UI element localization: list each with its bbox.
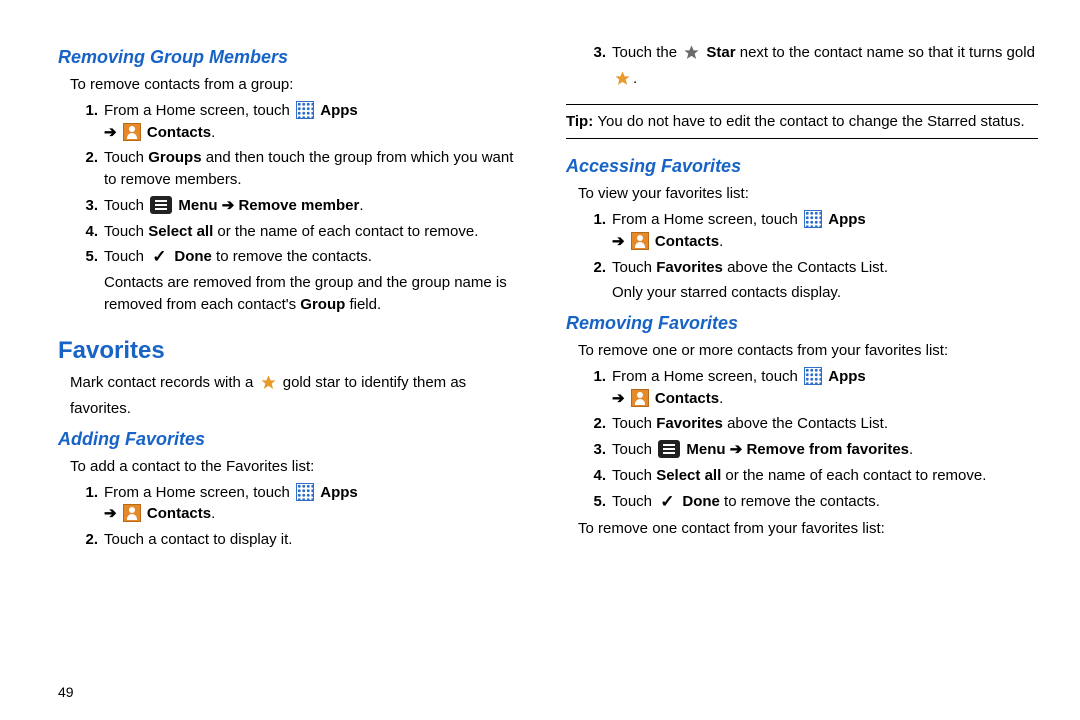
steps-removing-fav: From a Home screen, touch Apps ➔ Contact… [566,366,1038,513]
check-icon [658,492,676,510]
apps-icon [296,101,314,119]
favorites-intro: Mark contact records with a gold star to… [70,372,530,420]
steps-adding: From a Home screen, touch Apps ➔ Contact… [58,482,530,551]
right-column: Touch the Star next to the contact name … [566,38,1038,557]
menu-icon [150,196,172,214]
apps-icon [804,367,822,385]
check-icon [150,247,168,265]
contacts-icon [123,123,141,141]
steps-adding-cont: Touch the Star next to the contact name … [566,42,1038,94]
menu-icon [658,440,680,458]
star-gold-icon [260,374,277,398]
adding-intro: To add a contact to the Favorites list: [70,456,530,478]
heading-removing-group: Removing Group Members [58,44,530,70]
contacts-icon [123,504,141,522]
heading-removing-fav: Removing Favorites [566,310,1038,336]
contacts-icon [631,232,649,250]
removing-footer: To remove one contact from your favorite… [578,518,1038,540]
left-column: Removing Group Members To remove contact… [58,38,530,557]
accessing-intro: To view your favorites list: [578,183,1038,205]
tip-box: Tip: You do not have to edit the contact… [566,104,1038,140]
apps-icon [296,483,314,501]
steps-removing-group: From a Home screen, touch Apps ➔ Contact… [58,100,530,316]
page-number: 49 [58,682,74,702]
heading-adding-fav: Adding Favorites [58,426,530,452]
contacts-icon [631,389,649,407]
steps-accessing: From a Home screen, touch Apps ➔ Contact… [566,209,1038,304]
removing-intro: To remove one or more contacts from your… [578,340,1038,362]
star-gold-icon [614,70,631,94]
heading-accessing-fav: Accessing Favorites [566,153,1038,179]
apps-icon [804,210,822,228]
heading-favorites: Favorites [58,334,530,369]
star-gray-icon [683,44,700,68]
intro-removing-group: To remove contacts from a group: [70,74,530,96]
